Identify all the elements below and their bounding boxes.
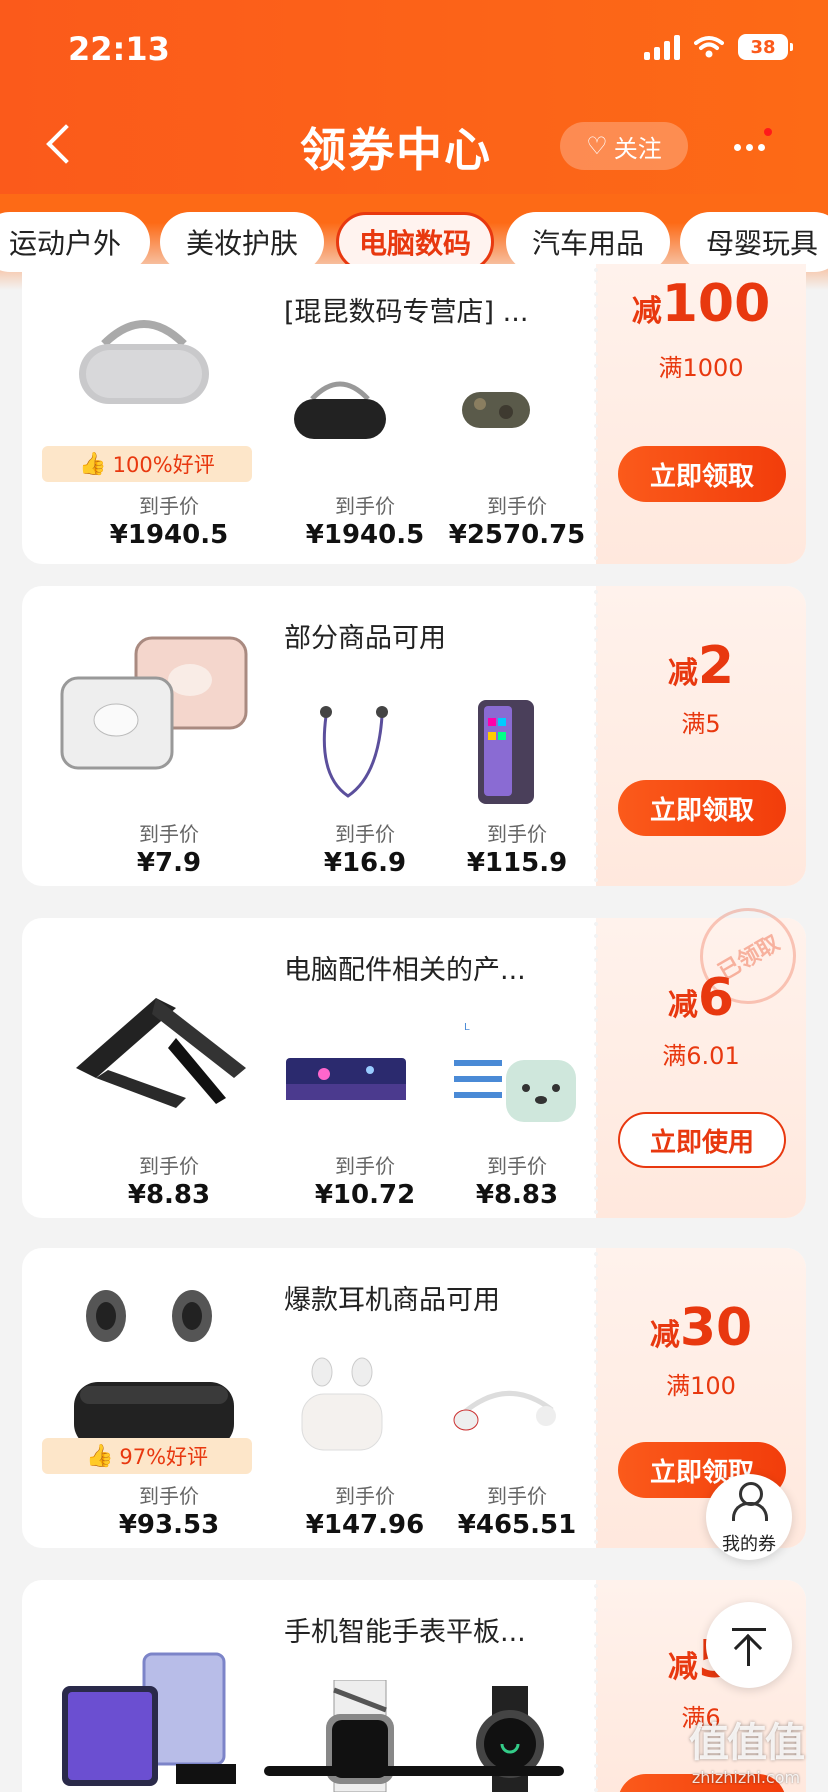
coupon-card: [琨昆数码专营店] ... 👍 100%好评 到手价 ¥1940.5 到手价 ¥…: [22, 264, 806, 564]
tab-sports[interactable]: 运动户外: [0, 212, 150, 272]
product-price: ¥16.9: [323, 848, 407, 878]
price-label: 到手价: [487, 822, 547, 846]
product-price: ¥8.83: [127, 1180, 211, 1210]
my-coupons-label: 我的券: [722, 1534, 776, 1555]
earphones-image: [320, 706, 388, 798]
product-price: ¥1940.5: [109, 520, 229, 550]
thumbs-up-icon: 👍: [85, 1443, 114, 1469]
product-price: ¥2570.75: [448, 520, 586, 550]
white-earbuds-image: [301, 1357, 383, 1451]
card-products: 手机智能手表平板...: [22, 1580, 596, 1792]
card-products: 电脑配件相关的产... L 到手价 ¥8.83 到手价 ¥10.72 到手价 ¥…: [22, 918, 596, 1218]
coupon-card: 部分商品可用 到手价 ¥7.9 到手价 ¥16.9 到手价 ¥115.9 减2 …: [22, 586, 806, 886]
app-header: 22:13 38 领券中心 ♡ 关注: [0, 0, 828, 194]
claim-button[interactable]: 立即领取: [618, 780, 786, 836]
tab-computer-digital[interactable]: 电脑数码: [336, 212, 494, 272]
follow-label: 关注: [613, 134, 662, 163]
tab-auto[interactable]: 汽车用品: [506, 212, 670, 272]
card-products: 部分商品可用 到手价 ¥7.9 到手价 ¥16.9 到手价 ¥115.9: [22, 586, 596, 886]
mousepad-image: [286, 1058, 406, 1100]
notification-dot: [764, 128, 772, 136]
product-price: ¥147.96: [305, 1510, 425, 1540]
open-ear-headphones-image: [74, 1290, 234, 1448]
rating-badge: 👍 100%好评: [42, 446, 252, 482]
svg-text:L: L: [464, 1022, 470, 1033]
product-price: ¥8.83: [475, 1180, 559, 1210]
card-title: 电脑配件相关的产...: [284, 955, 526, 986]
coupon-card: 爆款耳机商品可用 👍 97%好评 到手价 ¥93.53 到手价 ¥147.96 …: [22, 1248, 806, 1548]
product-price: ¥93.53: [118, 1510, 220, 1540]
coupon-discount: 减30: [649, 1298, 753, 1358]
status-icons: 38: [644, 34, 793, 60]
card-title: 爆款耳机商品可用: [284, 1285, 500, 1316]
coupon-threshold: 满6.01: [662, 1042, 740, 1070]
price-label: 到手价: [335, 1154, 395, 1178]
tablet-case-image: [62, 1652, 236, 1786]
card-title: 部分商品可用: [284, 623, 446, 654]
price-label: 到手价: [139, 822, 199, 846]
use-button[interactable]: 立即使用: [618, 1112, 786, 1168]
coupon-threshold: 满5: [681, 710, 721, 738]
card-title: [琨昆数码专营店] ...: [284, 297, 529, 328]
product-price: ¥465.51: [457, 1510, 577, 1540]
price-label: 到手价: [139, 1484, 199, 1508]
tab-beauty[interactable]: 美妆护肤: [160, 212, 324, 272]
my-coupons-button[interactable]: 我的券: [706, 1474, 792, 1560]
arrow-up-icon: [732, 1628, 766, 1631]
signal-icon: [644, 34, 680, 60]
back-button[interactable]: [40, 122, 80, 166]
coupon-value-panel: 减2 满5 立即领取: [594, 586, 806, 886]
price-label: 到手价: [487, 1154, 547, 1178]
thumbs-up-icon: 👍: [79, 451, 107, 477]
phone-case-image: [478, 700, 534, 804]
status-time: 22:13: [68, 30, 170, 68]
home-indicator[interactable]: [264, 1766, 564, 1776]
bone-conduction-headphones-image: [453, 1390, 556, 1431]
product-price: ¥115.9: [466, 848, 568, 878]
laptop-stand-image: [76, 998, 246, 1108]
speaker-image: [79, 320, 209, 404]
rating-text: 100%好评: [112, 453, 215, 477]
product-price: ¥1940.5: [305, 520, 425, 550]
rating-badge: 👍 97%好评: [42, 1438, 252, 1474]
price-label: 到手价: [335, 822, 395, 846]
product-price: ¥10.72: [314, 1180, 416, 1210]
follow-button[interactable]: ♡ 关注: [560, 122, 688, 170]
price-label: 到手价: [139, 1154, 199, 1178]
earbuds-case-image: [60, 636, 248, 770]
card-products: 爆款耳机商品可用 👍 97%好评 到手价 ¥93.53 到手价 ¥147.96 …: [22, 1248, 596, 1548]
speaker-black-image: [294, 381, 386, 439]
watermark-logo: 值值值 zhizhizhi.com: [689, 1720, 805, 1787]
rating-text: 97%好评: [119, 1445, 209, 1469]
wifi-icon: [694, 36, 724, 58]
product-price: ¥7.9: [136, 848, 202, 878]
page-title: 领券中心: [300, 123, 492, 177]
person-icon: [732, 1482, 768, 1522]
price-label: 到手价: [335, 1484, 395, 1508]
price-label: 到手价: [487, 494, 547, 518]
price-label: 到手价: [335, 494, 395, 518]
price-label: 到手价: [487, 1484, 547, 1508]
back-to-top-button[interactable]: [706, 1602, 792, 1688]
claim-button[interactable]: 立即领取: [618, 446, 786, 502]
coupon-discount: 减2: [667, 636, 735, 696]
coupon-discount: 减100: [631, 274, 771, 334]
coupon-card: 电脑配件相关的产... L 到手价 ¥8.83 到手价 ¥10.72 到手价 ¥…: [22, 918, 806, 1218]
card-title: 手机智能手表平板...: [284, 1617, 526, 1648]
coupon-threshold: 满1000: [658, 354, 744, 382]
tab-baby-toys[interactable]: 母婴玩具: [680, 212, 828, 272]
round-smartwatch-image: [476, 1686, 544, 1792]
wrist-rest-image: L: [454, 1022, 576, 1122]
coupon-value-panel: 减100 满1000 立即领取: [594, 264, 806, 564]
price-label: 到手价: [139, 494, 199, 518]
coupon-threshold: 满100: [666, 1372, 736, 1400]
battery-icon: 38: [738, 34, 793, 60]
heart-icon: ♡: [586, 132, 608, 160]
speaker-camo-image: [462, 392, 530, 428]
card-products: [琨昆数码专营店] ... 👍 100%好评 到手价 ¥1940.5 到手价 ¥…: [22, 264, 596, 564]
